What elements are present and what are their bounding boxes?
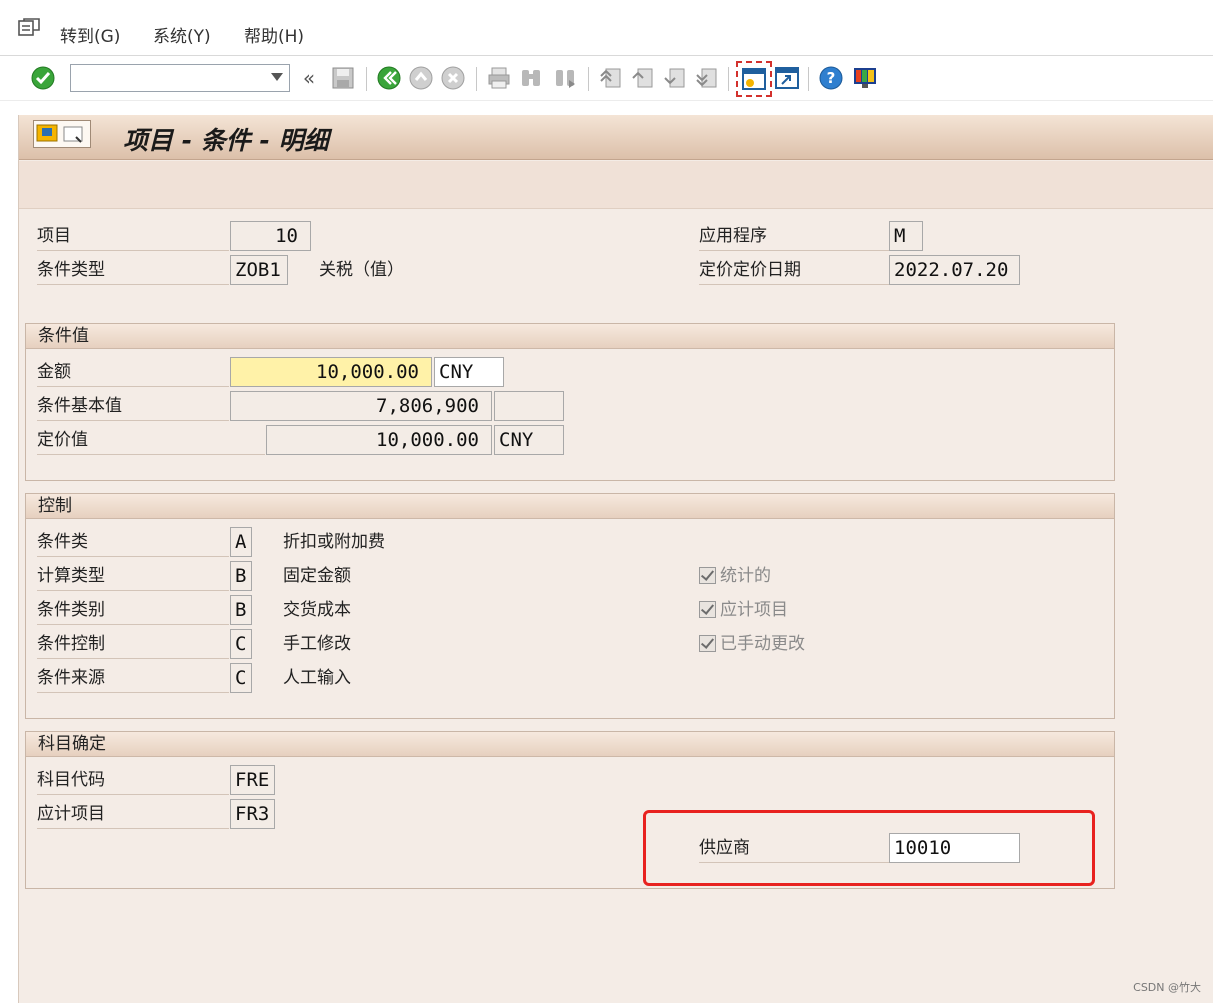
page-title: 项目 - 条件 - 明细 (123, 126, 329, 155)
menu-bar: 转到(G) 系统(Y) 帮助(H) (0, 0, 1213, 56)
back-icon[interactable] (376, 65, 402, 91)
amount-currency-field[interactable]: CNY (434, 357, 504, 387)
checkmark-icon (699, 635, 716, 652)
base-value-label: 条件基本值 (37, 391, 229, 421)
statistical-label: 统计的 (720, 566, 771, 586)
control-row-label: 计算类型 (37, 561, 229, 591)
menu-system[interactable]: 系统(Y) (153, 22, 211, 47)
help-icon[interactable]: ? (818, 65, 844, 91)
pricing-value-label: 定价值 (37, 425, 265, 455)
amount-label: 金额 (37, 357, 229, 387)
app-field[interactable]: M (889, 221, 923, 251)
exit-icon[interactable] (408, 65, 434, 91)
find-icon[interactable] (518, 65, 544, 91)
next-page-icon[interactable] (662, 65, 688, 91)
application-toolbar (19, 161, 1213, 209)
control-row-label: 条件类 (37, 527, 229, 557)
command-field[interactable] (70, 64, 290, 92)
last-page-icon[interactable] (694, 65, 720, 91)
pricing-currency-field[interactable]: CNY (494, 425, 564, 455)
cond-type-desc: 关税（值） (319, 260, 404, 280)
checkmark-icon (699, 601, 716, 618)
account-code-field[interactable]: FRE (230, 765, 275, 795)
cancel-icon[interactable] (440, 65, 466, 91)
prev-page-icon[interactable] (630, 65, 656, 91)
display-change-icon[interactable] (33, 120, 91, 148)
pricing-date-label: 定价定价日期 (699, 255, 889, 285)
collapse-icon[interactable]: « (296, 65, 322, 91)
account-header: 科目确定 (26, 732, 1114, 757)
accrual-checkbox[interactable]: 应计项目 (699, 595, 788, 625)
find-next-icon[interactable] (552, 65, 578, 91)
accrual-item-field[interactable]: FR3 (230, 799, 275, 829)
base-value-field[interactable]: 7,806,900 (230, 391, 492, 421)
title-bar: 项目 - 条件 - 明细 (19, 115, 1213, 160)
chevron-down-icon[interactable] (271, 73, 283, 81)
manually-changed-checkbox[interactable]: 已手动更改 (699, 629, 805, 659)
control-row-desc: 人工输入 (283, 668, 351, 688)
control-row-desc: 折扣或附加费 (283, 532, 385, 552)
accrual-item-label: 应计项目 (37, 799, 229, 829)
control-row-code[interactable]: B (230, 595, 252, 625)
amount-field[interactable]: 10,000.00 (230, 357, 432, 387)
svg-text:?: ? (827, 69, 836, 87)
control-row-code[interactable]: B (230, 561, 252, 591)
command-input[interactable] (71, 65, 261, 91)
control-row-label: 条件来源 (37, 663, 229, 693)
control-row-desc: 固定金额 (283, 566, 351, 586)
checkmark-icon (699, 567, 716, 584)
print-icon[interactable] (486, 65, 512, 91)
cond-type-field[interactable]: ZOB1 (230, 255, 288, 285)
menu-goto[interactable]: 转到(G) (60, 22, 120, 47)
cond-type-label: 条件类型 (37, 255, 229, 285)
accrual-label: 应计项目 (720, 600, 788, 620)
first-page-icon[interactable] (598, 65, 624, 91)
item-label: 项目 (37, 221, 229, 251)
app-label: 应用程序 (699, 221, 889, 251)
detail-screen: 项目 - 条件 - 明细 项目 10 条件类型 ZOB1 关税（值） 应用程序 … (18, 115, 1213, 1003)
enter-check-icon[interactable] (30, 65, 56, 91)
menu-help[interactable]: 帮助(H) (244, 22, 304, 47)
control-row-code[interactable]: C (230, 629, 252, 659)
manually-changed-label: 已手动更改 (720, 634, 805, 654)
watermark: CSDN @竹大 (1133, 981, 1201, 994)
control-header: 控制 (26, 494, 1114, 519)
layout-icon[interactable] (852, 65, 878, 91)
item-field[interactable]: 10 (230, 221, 311, 251)
account-code-label: 科目代码 (37, 765, 229, 795)
standard-toolbar: « ? (0, 57, 1213, 101)
pricing-date-field[interactable]: 2022.07.20 (889, 255, 1020, 285)
new-session-icon[interactable] (736, 61, 772, 97)
menu-icon[interactable] (18, 18, 40, 38)
control-row-label: 条件类别 (37, 595, 229, 625)
control-row-code[interactable]: C (230, 663, 252, 693)
control-row-code[interactable]: A (230, 527, 252, 557)
statistical-checkbox[interactable]: 统计的 (699, 561, 771, 591)
shortcut-icon[interactable] (774, 65, 800, 91)
base-unit-field[interactable] (494, 391, 564, 421)
save-icon[interactable] (330, 65, 356, 91)
pricing-value-field[interactable]: 10,000.00 (266, 425, 492, 455)
highlight-frame (643, 810, 1095, 886)
control-row-desc: 交货成本 (283, 600, 351, 620)
control-row-desc: 手工修改 (283, 634, 351, 654)
cond-values-header: 条件值 (26, 324, 1114, 349)
control-row-label: 条件控制 (37, 629, 229, 659)
